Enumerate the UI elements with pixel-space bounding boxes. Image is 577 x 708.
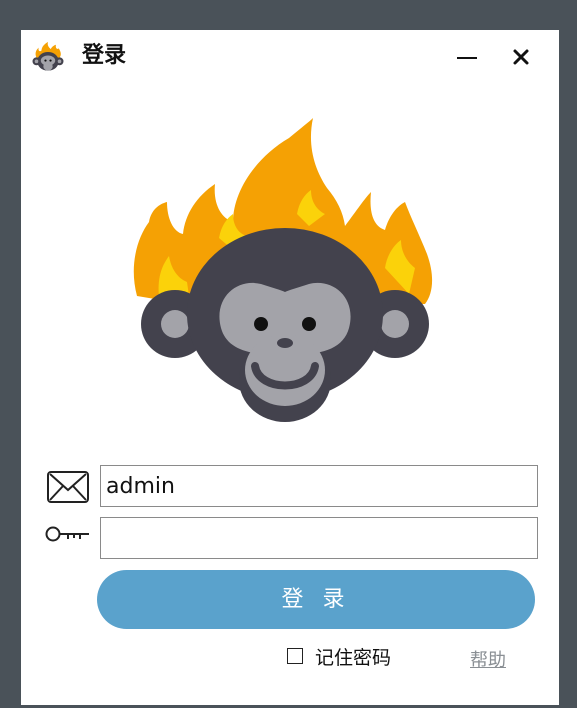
window-title: 登录 — [82, 43, 127, 68]
monkey-logo-image — [133, 118, 433, 422]
username-input[interactable] — [100, 465, 538, 507]
minimize-button[interactable] — [449, 40, 483, 74]
remember-password-checkbox[interactable]: 记住密码 — [287, 644, 392, 669]
login-window: 登录 登 录 记住密码 帮助 — [21, 30, 559, 705]
monkey-logo-icon — [32, 41, 64, 71]
checkbox-box[interactable] — [287, 648, 303, 664]
close-button[interactable] — [505, 40, 539, 74]
title-bar: 登录 — [21, 30, 559, 80]
login-button[interactable]: 登 录 — [97, 570, 535, 629]
password-input[interactable] — [100, 517, 538, 559]
key-icon — [45, 526, 89, 542]
remember-password-label: 记住密码 — [315, 646, 392, 669]
help-link[interactable]: 帮助 — [470, 646, 506, 672]
envelope-icon — [47, 471, 89, 503]
